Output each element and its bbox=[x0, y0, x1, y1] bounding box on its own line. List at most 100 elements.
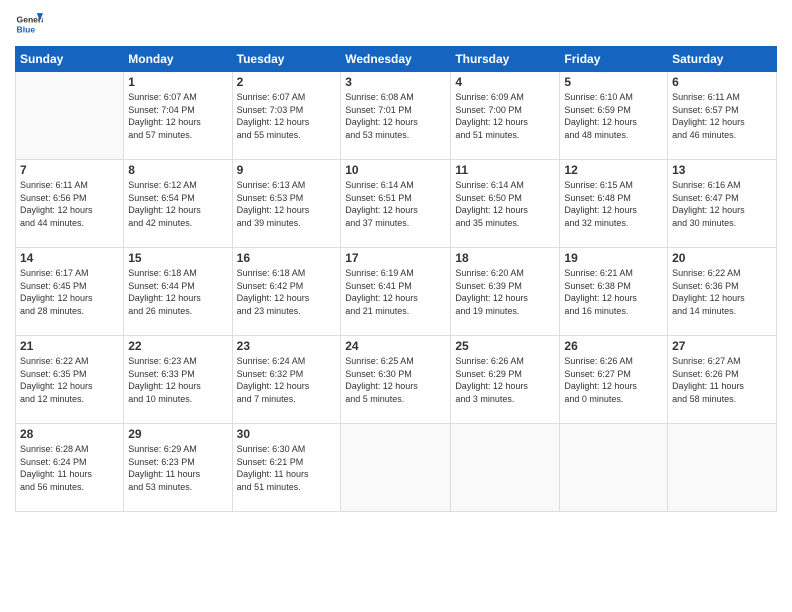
calendar-week-row: 14 Sunrise: 6:17 AM Sunset: 6:45 PM Dayli… bbox=[16, 248, 777, 336]
day-number: 28 bbox=[20, 427, 119, 441]
day-info: Sunrise: 6:14 AM Sunset: 6:51 PM Dayligh… bbox=[345, 179, 446, 229]
weekday-header-wednesday: Wednesday bbox=[341, 47, 451, 72]
page-header: General Blue bbox=[15, 10, 777, 38]
calendar-cell bbox=[16, 72, 124, 160]
day-number: 9 bbox=[237, 163, 337, 177]
calendar-cell bbox=[341, 424, 451, 512]
weekday-header-sunday: Sunday bbox=[16, 47, 124, 72]
calendar-week-row: 1 Sunrise: 6:07 AM Sunset: 7:04 PM Daylig… bbox=[16, 72, 777, 160]
calendar-week-row: 21 Sunrise: 6:22 AM Sunset: 6:35 PM Dayli… bbox=[16, 336, 777, 424]
logo: General Blue bbox=[15, 10, 43, 38]
day-info: Sunrise: 6:11 AM Sunset: 6:57 PM Dayligh… bbox=[672, 91, 772, 141]
day-info: Sunrise: 6:18 AM Sunset: 6:42 PM Dayligh… bbox=[237, 267, 337, 317]
svg-text:Blue: Blue bbox=[17, 25, 36, 35]
calendar-cell: 2 Sunrise: 6:07 AM Sunset: 7:03 PM Daylig… bbox=[232, 72, 341, 160]
calendar-cell: 9 Sunrise: 6:13 AM Sunset: 6:53 PM Daylig… bbox=[232, 160, 341, 248]
calendar-cell: 1 Sunrise: 6:07 AM Sunset: 7:04 PM Daylig… bbox=[124, 72, 232, 160]
day-info: Sunrise: 6:26 AM Sunset: 6:27 PM Dayligh… bbox=[564, 355, 663, 405]
day-number: 13 bbox=[672, 163, 772, 177]
calendar-cell: 30Sunrise: 6:30 AM Sunset: 6:21 PM Dayli… bbox=[232, 424, 341, 512]
day-info: Sunrise: 6:20 AM Sunset: 6:39 PM Dayligh… bbox=[455, 267, 555, 317]
day-number: 25 bbox=[455, 339, 555, 353]
weekday-header-friday: Friday bbox=[560, 47, 668, 72]
calendar-cell: 15 Sunrise: 6:18 AM Sunset: 6:44 PM Dayli… bbox=[124, 248, 232, 336]
day-number: 10 bbox=[345, 163, 446, 177]
day-number: 19 bbox=[564, 251, 663, 265]
day-info: Sunrise: 6:19 AM Sunset: 6:41 PM Dayligh… bbox=[345, 267, 446, 317]
day-number: 14 bbox=[20, 251, 119, 265]
calendar-cell: 21 Sunrise: 6:22 AM Sunset: 6:35 PM Dayli… bbox=[16, 336, 124, 424]
day-number: 4 bbox=[455, 75, 555, 89]
calendar-cell: 11Sunrise: 6:14 AM Sunset: 6:50 PM Dayli… bbox=[451, 160, 560, 248]
day-number: 26 bbox=[564, 339, 663, 353]
calendar-cell: 19 Sunrise: 6:21 AM Sunset: 6:38 PM Dayli… bbox=[560, 248, 668, 336]
day-info: Sunrise: 6:28 AM Sunset: 6:24 PM Dayligh… bbox=[20, 443, 119, 493]
calendar-cell: 24Sunrise: 6:25 AM Sunset: 6:30 PM Dayli… bbox=[341, 336, 451, 424]
weekday-header-tuesday: Tuesday bbox=[232, 47, 341, 72]
day-info: Sunrise: 6:24 AM Sunset: 6:32 PM Dayligh… bbox=[237, 355, 337, 405]
day-info: Sunrise: 6:17 AM Sunset: 6:45 PM Dayligh… bbox=[20, 267, 119, 317]
day-number: 8 bbox=[128, 163, 227, 177]
calendar-cell: 22 Sunrise: 6:23 AM Sunset: 6:33 PM Dayli… bbox=[124, 336, 232, 424]
day-number: 12 bbox=[564, 163, 663, 177]
day-number: 27 bbox=[672, 339, 772, 353]
day-info: Sunrise: 6:22 AM Sunset: 6:35 PM Dayligh… bbox=[20, 355, 119, 405]
day-info: Sunrise: 6:09 AM Sunset: 7:00 PM Dayligh… bbox=[455, 91, 555, 141]
calendar-week-row: 28 Sunrise: 6:28 AM Sunset: 6:24 PM Dayli… bbox=[16, 424, 777, 512]
day-number: 21 bbox=[20, 339, 119, 353]
day-info: Sunrise: 6:15 AM Sunset: 6:48 PM Dayligh… bbox=[564, 179, 663, 229]
day-info: Sunrise: 6:07 AM Sunset: 7:03 PM Dayligh… bbox=[237, 91, 337, 141]
day-info: Sunrise: 6:18 AM Sunset: 6:44 PM Dayligh… bbox=[128, 267, 227, 317]
calendar-cell: 6 Sunrise: 6:11 AM Sunset: 6:57 PM Daylig… bbox=[668, 72, 777, 160]
day-number: 1 bbox=[128, 75, 227, 89]
day-info: Sunrise: 6:11 AM Sunset: 6:56 PM Dayligh… bbox=[20, 179, 119, 229]
day-number: 22 bbox=[128, 339, 227, 353]
calendar-cell: 13 Sunrise: 6:16 AM Sunset: 6:47 PM Dayli… bbox=[668, 160, 777, 248]
calendar-cell: 8 Sunrise: 6:12 AM Sunset: 6:54 PM Daylig… bbox=[124, 160, 232, 248]
weekday-header-saturday: Saturday bbox=[668, 47, 777, 72]
day-info: Sunrise: 6:23 AM Sunset: 6:33 PM Dayligh… bbox=[128, 355, 227, 405]
day-number: 16 bbox=[237, 251, 337, 265]
day-info: Sunrise: 6:07 AM Sunset: 7:04 PM Dayligh… bbox=[128, 91, 227, 141]
day-number: 24 bbox=[345, 339, 446, 353]
calendar-cell: 3 Sunrise: 6:08 AM Sunset: 7:01 PM Daylig… bbox=[341, 72, 451, 160]
day-number: 6 bbox=[672, 75, 772, 89]
day-info: Sunrise: 6:29 AM Sunset: 6:23 PM Dayligh… bbox=[128, 443, 227, 493]
calendar-cell: 14 Sunrise: 6:17 AM Sunset: 6:45 PM Dayli… bbox=[16, 248, 124, 336]
day-number: 17 bbox=[345, 251, 446, 265]
calendar-cell: 23 Sunrise: 6:24 AM Sunset: 6:32 PM Dayli… bbox=[232, 336, 341, 424]
day-info: Sunrise: 6:12 AM Sunset: 6:54 PM Dayligh… bbox=[128, 179, 227, 229]
calendar-cell: 29 Sunrise: 6:29 AM Sunset: 6:23 PM Dayli… bbox=[124, 424, 232, 512]
day-info: Sunrise: 6:08 AM Sunset: 7:01 PM Dayligh… bbox=[345, 91, 446, 141]
day-number: 11 bbox=[455, 163, 555, 177]
logo-icon: General Blue bbox=[15, 10, 43, 38]
day-number: 29 bbox=[128, 427, 227, 441]
day-info: Sunrise: 6:22 AM Sunset: 6:36 PM Dayligh… bbox=[672, 267, 772, 317]
day-info: Sunrise: 6:16 AM Sunset: 6:47 PM Dayligh… bbox=[672, 179, 772, 229]
day-info: Sunrise: 6:21 AM Sunset: 6:38 PM Dayligh… bbox=[564, 267, 663, 317]
calendar-cell: 5Sunrise: 6:10 AM Sunset: 6:59 PM Daylig… bbox=[560, 72, 668, 160]
day-info: Sunrise: 6:26 AM Sunset: 6:29 PM Dayligh… bbox=[455, 355, 555, 405]
calendar-cell: 16 Sunrise: 6:18 AM Sunset: 6:42 PM Dayli… bbox=[232, 248, 341, 336]
day-number: 3 bbox=[345, 75, 446, 89]
day-number: 23 bbox=[237, 339, 337, 353]
day-number: 5 bbox=[564, 75, 663, 89]
calendar-cell: 26 Sunrise: 6:26 AM Sunset: 6:27 PM Dayli… bbox=[560, 336, 668, 424]
weekday-header-thursday: Thursday bbox=[451, 47, 560, 72]
calendar-cell bbox=[560, 424, 668, 512]
calendar-cell: 7Sunrise: 6:11 AM Sunset: 6:56 PM Daylig… bbox=[16, 160, 124, 248]
day-number: 15 bbox=[128, 251, 227, 265]
calendar-cell: 28 Sunrise: 6:28 AM Sunset: 6:24 PM Dayli… bbox=[16, 424, 124, 512]
day-number: 20 bbox=[672, 251, 772, 265]
calendar-table: SundayMondayTuesdayWednesdayThursdayFrid… bbox=[15, 46, 777, 512]
calendar-header-row: SundayMondayTuesdayWednesdayThursdayFrid… bbox=[16, 47, 777, 72]
day-info: Sunrise: 6:13 AM Sunset: 6:53 PM Dayligh… bbox=[237, 179, 337, 229]
calendar-cell bbox=[451, 424, 560, 512]
day-info: Sunrise: 6:30 AM Sunset: 6:21 PM Dayligh… bbox=[237, 443, 337, 493]
calendar-cell: 12 Sunrise: 6:15 AM Sunset: 6:48 PM Dayli… bbox=[560, 160, 668, 248]
calendar-cell: 25 Sunrise: 6:26 AM Sunset: 6:29 PM Dayli… bbox=[451, 336, 560, 424]
day-number: 2 bbox=[237, 75, 337, 89]
calendar-cell: 20 Sunrise: 6:22 AM Sunset: 6:36 PM Dayli… bbox=[668, 248, 777, 336]
calendar-cell: 17 Sunrise: 6:19 AM Sunset: 6:41 PM Dayli… bbox=[341, 248, 451, 336]
calendar-week-row: 7Sunrise: 6:11 AM Sunset: 6:56 PM Daylig… bbox=[16, 160, 777, 248]
